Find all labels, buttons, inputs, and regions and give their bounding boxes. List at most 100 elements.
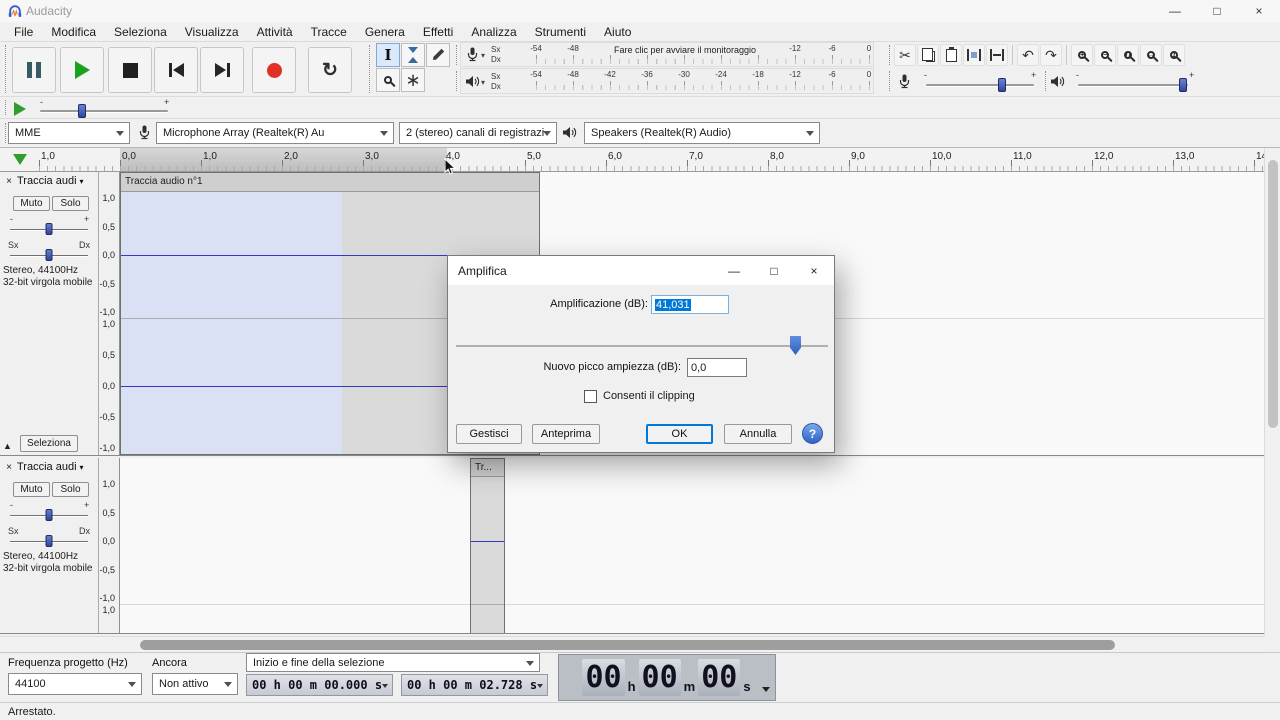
- zoom-fit-project-button[interactable]: ↔: [1140, 44, 1162, 66]
- undo-button[interactable]: ↶: [1017, 44, 1039, 66]
- menu-item[interactable]: Analizza: [462, 23, 525, 41]
- meter-dropdown-icon[interactable]: ▾: [481, 51, 485, 60]
- track2-solo-button[interactable]: Solo: [52, 482, 89, 497]
- new-peak-input[interactable]: 0,0: [687, 358, 747, 377]
- recording-channels-combobox[interactable]: 2 (stereo) canali di registrazi: [399, 122, 557, 144]
- track2-mute-button[interactable]: Muto: [13, 482, 50, 497]
- audio-track-2[interactable]: Tr... 1,00,50,0-0,5-1,0 1,00,50,0-0,5-1,…: [0, 458, 1264, 634]
- menu-item[interactable]: Strumenti: [526, 23, 595, 41]
- timeline-ruler[interactable]: 1,00,01,02,03,04,05,06,07,08,09,010,011,…: [0, 148, 1264, 172]
- track1-pan-thumb[interactable]: [46, 249, 53, 261]
- help-button[interactable]: ?: [802, 423, 823, 444]
- toolbar-gripper[interactable]: [456, 71, 459, 91]
- menu-item[interactable]: Effetti: [414, 23, 462, 41]
- selection-tool-button[interactable]: I: [376, 43, 400, 67]
- vertical-scrollbar[interactable]: [1264, 148, 1280, 636]
- horizontal-scrollbar[interactable]: [0, 636, 1264, 652]
- record-button[interactable]: [252, 47, 296, 93]
- dialog-minimize-button[interactable]: —: [714, 256, 754, 285]
- amplification-slider[interactable]: [456, 335, 828, 356]
- cancel-button[interactable]: Annulla: [724, 424, 792, 444]
- ok-button[interactable]: OK: [646, 424, 713, 444]
- slider-thumb[interactable]: [790, 336, 801, 355]
- track1-select-button[interactable]: Seleziona: [20, 435, 78, 452]
- snap-combobox[interactable]: Non attivo: [152, 673, 238, 695]
- track1-clip-header[interactable]: Traccia audio n°1: [121, 173, 539, 192]
- dialog-maximize-button[interactable]: □: [754, 256, 794, 285]
- menu-item[interactable]: File: [5, 23, 42, 41]
- draw-tool-button[interactable]: [426, 43, 450, 67]
- selection-start-time-field[interactable]: 00 h 00 m 00.000 s: [246, 674, 393, 696]
- menu-item[interactable]: Attività: [248, 23, 302, 41]
- playback-device-combobox[interactable]: Speakers (Realtek(R) Audio): [584, 122, 820, 144]
- menu-item[interactable]: Seleziona: [105, 23, 176, 41]
- envelope-tool-button[interactable]: [401, 43, 425, 67]
- copy-button[interactable]: [917, 44, 939, 66]
- trim-audio-button[interactable]: [963, 44, 985, 66]
- play-speed-thumb[interactable]: [78, 104, 86, 118]
- timeline-pin-icon[interactable]: [13, 154, 27, 165]
- track1-vertical-ruler[interactable]: 1,00,50,0-0,5-1,0 1,00,50,0-0,5-1,0: [99, 172, 120, 455]
- track2-close-button[interactable]: ×: [2, 460, 16, 474]
- track1-collapse-button[interactable]: ▲: [3, 441, 12, 451]
- track1-gain-thumb[interactable]: [46, 223, 53, 235]
- play-at-speed-icon[interactable]: [14, 102, 26, 116]
- paste-button[interactable]: [940, 44, 962, 66]
- track2-clip[interactable]: Tr...: [470, 458, 505, 634]
- zoom-out-button[interactable]: −: [1094, 44, 1116, 66]
- dialog-title-bar[interactable]: Amplifica — □ ×: [448, 256, 834, 285]
- vertical-scrollbar-thumb[interactable]: [1268, 160, 1278, 428]
- play-speed-slider[interactable]: [40, 110, 168, 112]
- monitoring-hint[interactable]: Fare clic per avviare il monitoraggio: [614, 45, 756, 55]
- playback-volume-thumb[interactable]: [1179, 78, 1187, 92]
- project-rate-combobox[interactable]: 44100: [8, 673, 142, 695]
- track2-vertical-ruler[interactable]: 1,00,50,0-0,5-1,0 1,00,50,0-0,5-1,0: [99, 458, 120, 633]
- menu-item[interactable]: Genera: [356, 23, 414, 41]
- track2-clip-header[interactable]: Tr...: [471, 459, 504, 477]
- manage-button[interactable]: Gestisci: [456, 424, 522, 444]
- loop-button[interactable]: ↻: [308, 47, 352, 93]
- playback-meter[interactable]: ▾ Sx Dx -54-48-42-36-30-24-18-12-60: [460, 68, 874, 94]
- track1-solo-button[interactable]: Solo: [52, 196, 89, 211]
- zoom-toggle-button[interactable]: 1: [1163, 44, 1185, 66]
- amplification-input[interactable]: 41,031: [651, 295, 729, 314]
- track1-close-button[interactable]: ×: [2, 174, 16, 188]
- playback-volume-slider[interactable]: [1078, 84, 1188, 86]
- skip-to-start-button[interactable]: [154, 47, 198, 93]
- playback-meter-scale-area[interactable]: -54-48-42-36-30-24-18-12-60: [503, 69, 873, 93]
- toolbar-gripper[interactable]: [5, 45, 8, 93]
- skip-to-end-button[interactable]: [200, 47, 244, 93]
- toolbar-gripper[interactable]: [456, 45, 459, 65]
- recording-volume-thumb[interactable]: [998, 78, 1006, 92]
- cut-button[interactable]: ✂: [894, 44, 916, 66]
- menu-item[interactable]: Visualizza: [176, 23, 248, 41]
- zoom-tool-button[interactable]: [376, 68, 400, 92]
- recording-meter[interactable]: ▾ Sx Dx -54-48-12-60 Fare clic per avvia…: [460, 42, 874, 67]
- toolbar-gripper[interactable]: [5, 100, 8, 115]
- recording-meter-scale-area[interactable]: -54-48-12-60 Fare clic per avviare il mo…: [503, 43, 873, 66]
- meter-dropdown-icon[interactable]: ▾: [481, 78, 485, 87]
- recording-volume-slider[interactable]: [926, 84, 1034, 86]
- multi-tool-button[interactable]: ∗: [401, 68, 425, 92]
- track2-name-menu[interactable]: Traccia audi ▾: [17, 461, 84, 473]
- track2-pan-thumb[interactable]: [46, 535, 53, 547]
- preview-button[interactable]: Anteprima: [532, 424, 600, 444]
- window-maximize-button[interactable]: □: [1196, 0, 1238, 22]
- menu-item[interactable]: Tracce: [302, 23, 356, 41]
- toolbar-gripper[interactable]: [369, 45, 372, 93]
- window-minimize-button[interactable]: —: [1154, 0, 1196, 22]
- toolbar-gripper[interactable]: [889, 45, 892, 65]
- pause-button[interactable]: [12, 47, 56, 93]
- horizontal-scrollbar-thumb[interactable]: [140, 640, 1115, 650]
- toolbar-gripper[interactable]: [889, 71, 892, 91]
- window-close-button[interactable]: ×: [1238, 0, 1280, 22]
- allow-clipping-checkbox[interactable]: [584, 390, 597, 403]
- menu-item[interactable]: Aiuto: [595, 23, 640, 41]
- zoom-selection-button[interactable]: []: [1117, 44, 1139, 66]
- zoom-in-button[interactable]: +: [1071, 44, 1093, 66]
- play-button[interactable]: [60, 47, 104, 93]
- track2-waveform-area[interactable]: Tr...: [120, 458, 1264, 633]
- selection-end-time-field[interactable]: 00 h 00 m 02.728 s: [401, 674, 548, 696]
- stop-button[interactable]: [108, 47, 152, 93]
- audio-position-display[interactable]: 00h00m00s: [558, 654, 776, 701]
